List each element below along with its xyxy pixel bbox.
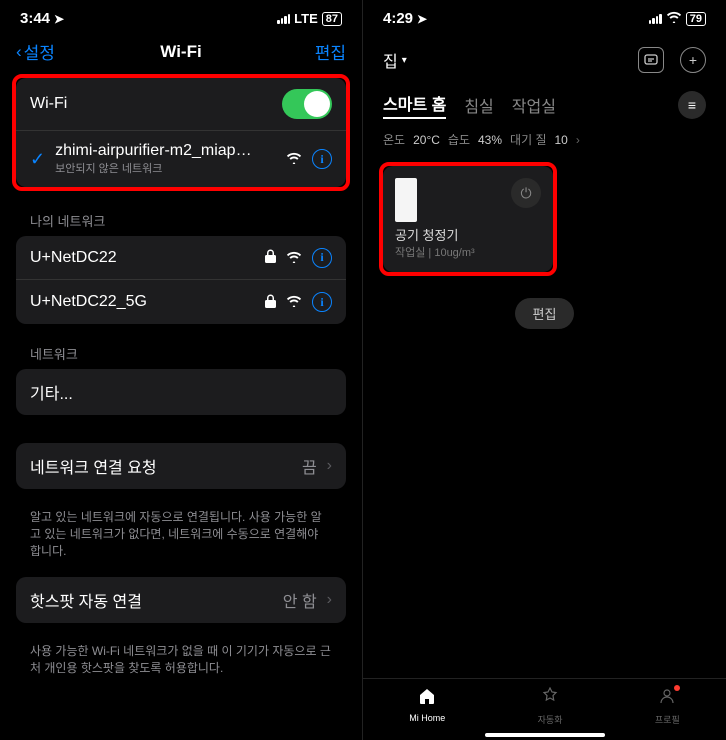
temp-label: 온도 <box>383 131 405 148</box>
my-networks-header: 나의 네트워크 <box>0 205 362 236</box>
add-icon[interactable]: + <box>680 47 706 73</box>
status-bar: 3:44 ➤ LTE 87 <box>0 0 362 31</box>
wifi-icon <box>286 294 302 310</box>
page-title: Wi-Fi <box>160 42 201 62</box>
wifi-toggle[interactable] <box>282 89 332 119</box>
room-tabs: 스마트 홈 침실 작업실 ≡ <box>363 81 726 123</box>
battery-level: 79 <box>686 12 706 26</box>
tab-bedroom[interactable]: 침실 <box>464 93 493 117</box>
hotspot-row[interactable]: 핫스팟 자동 연결 안 함 › <box>16 577 346 623</box>
back-button[interactable]: ‹ 설정 <box>16 39 55 64</box>
chevron-right-icon: › <box>327 457 332 475</box>
nav-bar: ‹ 설정 Wi-Fi 편집 <box>0 31 362 74</box>
ask-join-value: 끔 <box>302 454 317 478</box>
other-networks-list: 기타... <box>16 369 346 415</box>
lock-icon <box>265 249 276 266</box>
network-ssid: U+NetDC22_5G <box>30 293 147 311</box>
tabbar-profile-label: 프로필 <box>655 713 680 726</box>
tabbar-home-label: Mi Home <box>409 713 445 723</box>
profile-icon <box>658 687 676 710</box>
hum-value: 43% <box>478 133 502 147</box>
tabbar-home[interactable]: Mi Home <box>409 687 445 726</box>
air-value: 10 <box>555 133 568 147</box>
highlight-box: ⏻ 공기 청정기 작업실 | 10ug/m³ <box>379 162 557 276</box>
chevron-down-icon: ▾ <box>402 55 407 66</box>
home-selector[interactable]: 집 ▾ <box>383 48 407 72</box>
tabbar-auto-label: 자동화 <box>538 713 563 726</box>
other-label: 기타... <box>30 380 73 404</box>
wifi-icon <box>286 250 302 266</box>
tab-workroom[interactable]: 작업실 <box>512 93 556 117</box>
tabbar-automation[interactable]: 자동화 <box>538 687 563 726</box>
edit-button[interactable]: 편집 <box>315 39 346 64</box>
my-networks-list: U+NetDC22 i U+NetDC22_5G i <box>16 236 346 324</box>
location-icon: ➤ <box>417 12 427 26</box>
power-icon[interactable]: ⏻ <box>511 178 541 208</box>
device-image <box>395 178 417 222</box>
device-detail: 작업실 | 10ug/m³ <box>395 244 541 260</box>
status-time: 4:29 <box>383 10 413 27</box>
info-icon[interactable]: i <box>312 149 332 169</box>
automation-icon <box>541 687 559 710</box>
air-label: 대기 질 <box>510 131 546 148</box>
network-row[interactable]: U+NetDC22 i <box>16 236 346 280</box>
status-time: 3:44 <box>20 10 50 27</box>
info-icon[interactable]: i <box>312 248 332 268</box>
environment-bar[interactable]: 온도 20°C 습도 43% 대기 질 10 › <box>363 123 726 162</box>
cellular-signal-icon <box>277 14 290 24</box>
info-icon[interactable]: i <box>312 292 332 312</box>
connected-network-row[interactable]: ✓ zhimi-airpurifier-m2_miapd9... 보안되지 않은… <box>16 131 346 187</box>
hotspot-footer: 사용 가능한 Wi-Fi 네트워크가 없을 때 이 기기가 자동으로 근처 개인… <box>0 637 362 695</box>
tab-bar: Mi Home 자동화 프로필 <box>363 678 726 730</box>
hum-label: 습도 <box>448 131 470 148</box>
mihome-screen: 4:29 ➤ 79 집 ▾ + 스마트 홈 침실 작업실 ≡ 온도 20° <box>363 0 726 740</box>
cellular-signal-icon <box>649 14 662 24</box>
chevron-left-icon: ‹ <box>16 42 22 62</box>
device-card[interactable]: ⏻ 공기 청정기 작업실 | 10ug/m³ <box>383 166 553 272</box>
home-indicator <box>485 733 605 737</box>
wifi-icon <box>286 151 302 167</box>
device-name: 공기 청정기 <box>395 225 541 244</box>
chevron-right-icon: › <box>576 133 580 147</box>
ask-join-label: 네트워크 연결 요청 <box>30 454 157 478</box>
rooms-menu-icon[interactable]: ≡ <box>678 91 706 119</box>
ask-join-group: 네트워크 연결 요청 끔 › <box>16 443 346 489</box>
other-network-row[interactable]: 기타... <box>16 369 346 415</box>
ask-join-footer: 알고 있는 네트워크에 자동으로 연결됩니다. 사용 가능한 알고 있는 네트워… <box>0 503 362 577</box>
highlight-box: Wi-Fi ✓ zhimi-airpurifier-m2_miapd9... 보… <box>12 74 350 191</box>
chevron-right-icon: › <box>327 591 332 609</box>
network-label: LTE <box>294 11 318 26</box>
ios-settings-screen: 3:44 ➤ LTE 87 ‹ 설정 Wi-Fi 편집 Wi-Fi ✓ <box>0 0 363 740</box>
wifi-toggle-label: Wi-Fi <box>30 95 67 113</box>
message-icon[interactable] <box>638 47 664 73</box>
network-row[interactable]: U+NetDC22_5G i <box>16 280 346 324</box>
app-header: 집 ▾ + <box>363 31 726 81</box>
status-bar: 4:29 ➤ 79 <box>363 0 726 31</box>
wifi-toggle-row[interactable]: Wi-Fi <box>16 78 346 131</box>
checkmark-icon: ✓ <box>30 149 45 170</box>
network-ssid: U+NetDC22 <box>30 249 117 267</box>
edit-button[interactable]: 편집 <box>515 298 575 329</box>
connected-sub: 보안되지 않은 네트워크 <box>55 160 255 176</box>
hotspot-group: 핫스팟 자동 연결 안 함 › <box>16 577 346 623</box>
notification-dot <box>674 685 680 691</box>
battery-level: 87 <box>322 12 342 26</box>
tabbar-profile[interactable]: 프로필 <box>655 687 680 726</box>
hotspot-label: 핫스팟 자동 연결 <box>30 588 142 612</box>
tab-smart-home[interactable]: 스마트 홈 <box>383 91 446 119</box>
home-icon <box>418 687 436 710</box>
ask-join-row[interactable]: 네트워크 연결 요청 끔 › <box>16 443 346 489</box>
lock-icon <box>265 294 276 311</box>
home-label: 집 <box>383 48 398 72</box>
connected-ssid: zhimi-airpurifier-m2_miapd9... <box>55 142 255 160</box>
wifi-icon <box>666 11 682 26</box>
temp-value: 20°C <box>413 133 440 147</box>
back-label: 설정 <box>24 39 55 64</box>
hotspot-value: 안 함 <box>283 588 317 612</box>
location-icon: ➤ <box>54 12 64 26</box>
networks-header: 네트워크 <box>0 338 362 369</box>
